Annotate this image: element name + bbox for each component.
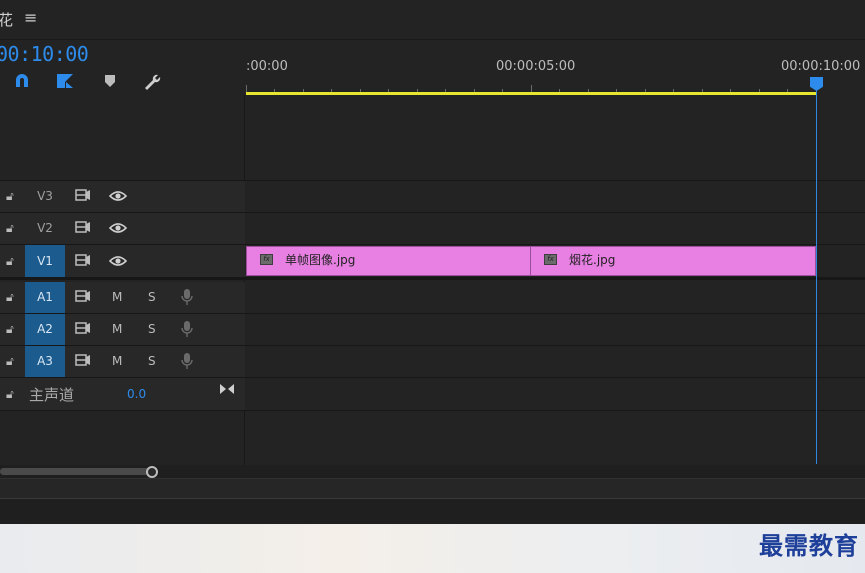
zoom-scroll-handle[interactable] [146,466,158,478]
scrollbar-thumb[interactable] [0,468,150,475]
track-row-master[interactable]: 🔓︎ 主声道 0.0 [0,378,865,411]
lock-icon[interactable]: 🔓︎ [6,290,14,305]
lock-icon[interactable]: 🔓︎ [6,354,14,369]
fx-badge-icon: fx [260,254,273,265]
solo-button[interactable]: S [148,354,156,368]
page-footer [0,524,865,573]
solo-button[interactable]: S [148,322,156,336]
linked-selection-icon[interactable] [54,70,76,92]
lock-icon[interactable]: 🔓︎ [6,189,14,204]
playhead-timecode[interactable]: 00:10:00 [0,42,89,66]
timeline-settings-wrench-icon[interactable] [141,70,163,92]
playhead-line[interactable] [816,88,817,464]
lock-icon[interactable]: 🔓︎ [6,254,14,269]
track-name-v2[interactable]: V2 [25,213,65,244]
toggle-output-eye-icon[interactable] [108,190,128,205]
go-to-out-point-icon[interactable] [219,383,235,398]
lock-icon[interactable]: 🔓︎ [6,387,14,402]
mute-button[interactable]: M [112,290,122,304]
track-name-a3[interactable]: A3 [25,346,65,377]
fx-badge-icon: fx [544,254,557,265]
lock-icon[interactable]: 🔓︎ [6,221,14,236]
clip-fireworks[interactable]: fx 烟花.jpg [530,246,816,276]
toggle-output-eye-icon[interactable] [108,255,128,270]
ruler-label-10s: 00:00:10:00 [781,59,861,74]
sync-lock-icon[interactable] [75,189,91,204]
clip-label: 单帧图像.jpg [285,253,356,267]
ruler-label-start: :00:00 [246,59,288,74]
ruler-label-5s: 00:00:05:00 [496,59,576,74]
watermark-logo: 最需教育 [759,531,859,560]
toggle-output-eye-icon[interactable] [108,222,128,237]
lock-icon[interactable]: 🔓︎ [6,322,14,337]
sync-lock-icon[interactable] [75,322,91,337]
track-row-a1[interactable]: 🔓︎ A1 M S [0,282,865,314]
panel-menu-icon[interactable]: ≡ [24,8,37,27]
sequence-title[interactable]: 花 [0,9,13,30]
track-name-v3[interactable]: V3 [25,181,65,212]
snap-magnet-icon[interactable] [11,70,33,92]
track-name-v1[interactable]: V1 [25,245,65,277]
track-row-v3[interactable]: 🔓︎ V3 [0,181,865,213]
mute-button[interactable]: M [112,354,122,368]
voice-over-mic-icon[interactable] [181,288,193,309]
add-marker-icon[interactable] [99,70,121,92]
sync-lock-icon[interactable] [75,221,91,236]
clip-label: 烟花.jpg [569,253,616,267]
sync-lock-icon[interactable] [75,290,91,305]
track-row-a2[interactable]: 🔓︎ A2 M S [0,314,865,346]
master-track-label: 主声道 [29,386,75,404]
sequence-tab-bar [0,0,865,40]
voice-over-mic-icon[interactable] [181,352,193,373]
time-ruler[interactable]: :00:00 00:00:05:00 00:00:10:00 [246,55,865,95]
solo-button[interactable]: S [148,290,156,304]
track-name-a2[interactable]: A2 [25,314,65,345]
voice-over-mic-icon[interactable] [181,320,193,341]
panel-bottom-strip [0,498,865,524]
mute-button[interactable]: M [112,322,122,336]
sync-lock-icon[interactable] [75,254,91,269]
sync-lock-icon[interactable] [75,354,91,369]
clip-single-frame-image[interactable]: fx 单帧图像.jpg [246,246,531,276]
track-name-a1[interactable]: A1 [25,282,65,313]
master-volume-value[interactable]: 0.0 [127,387,146,401]
track-row-a3[interactable]: 🔓︎ A3 M S [0,346,865,378]
empty-track-space [0,95,865,181]
track-row-v2[interactable]: 🔓︎ V2 [0,213,865,245]
